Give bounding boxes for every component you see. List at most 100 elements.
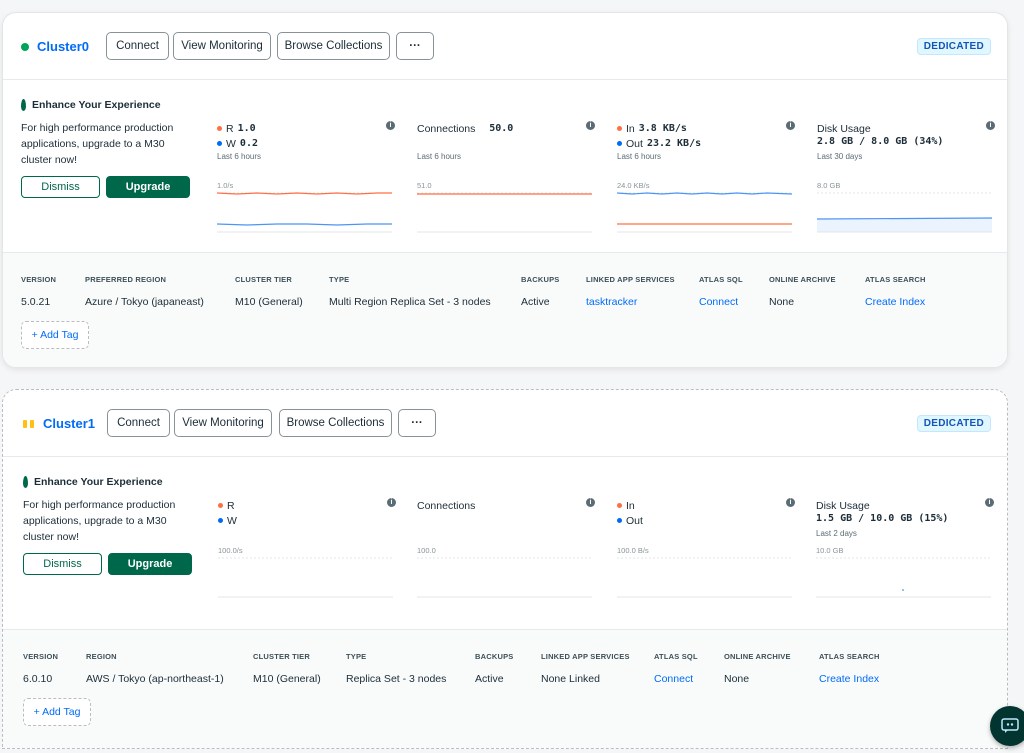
backups-value: Active [521,296,550,308]
online-archive-value: None [769,296,795,308]
metric-period: Last 2 days [816,529,857,538]
disk-usage-value: 2.8 GB / 8.0 GB (34%) [817,136,944,147]
browse-collections-button[interactable]: Browse Collections [277,32,390,60]
more-options-button[interactable]: ··· [398,409,436,437]
read-write-sparkline [217,192,392,233]
cluster-header: Cluster1 Connect View Monitoring Browse … [3,390,1007,457]
write-legend-icon [217,141,222,146]
metric-read-write[interactable]: i R 1.0 W 0.2 Last 6 hours 1.0/s [217,121,395,233]
promo-text: For high performance production applicat… [23,499,176,543]
connections-sparkline [417,192,592,233]
cluster-name[interactable]: Cluster1 [43,416,95,431]
metric-connections[interactable]: i Connections 50.0 Last 6 hours 51.0 [417,121,595,233]
dismiss-button[interactable]: Dismiss [21,176,100,198]
info-icon[interactable]: i [786,121,795,130]
version-value: 6.0.10 [23,673,53,685]
disk-sparkline [817,192,992,233]
create-index-link[interactable]: Create Index [819,673,880,685]
metric-read-write[interactable]: i R W 100.0/s [218,498,396,598]
chat-icon [1001,718,1019,733]
connect-button[interactable]: Connect [107,409,170,437]
type-value: Replica Set - 3 nodes [346,673,447,685]
add-tag-button[interactable]: + Add Tag [21,321,89,349]
region-value: AWS / Tokyo (ap-northeast-1) [86,673,224,685]
backups-value: Active [475,673,504,685]
connections-value: 50.0 [489,123,514,134]
info-icon[interactable]: i [386,121,395,130]
info-icon[interactable]: i [786,498,795,507]
network-sparkline [617,192,792,233]
metric-network[interactable]: i In Out 100.0 B/s [617,498,795,598]
more-options-button[interactable]: ··· [396,32,434,60]
cluster-header: Cluster0 Connect View Monitoring Browse … [3,13,1007,80]
running-status-icon [21,42,29,51]
cluster-tier-value: M10 (General) [253,673,321,685]
metric-connections[interactable]: i Connections 100.0 [417,498,595,598]
promo-text: For high performance production applicat… [21,122,174,166]
browse-collections-button[interactable]: Browse Collections [279,409,392,437]
metric-period: Last 6 hours [617,152,662,161]
upgrade-button[interactable]: Upgrade [106,176,190,198]
metric-period: Last 30 days [817,152,863,161]
out-value: 23.2 KB/s [646,138,702,149]
metric-disk-usage[interactable]: i Disk Usage 2.8 GB / 8.0 GB (34%) Last … [817,121,995,233]
metric-period: Last 6 hours [417,152,462,161]
region-value: Azure / Tokyo (japaneast) [85,296,204,308]
view-monitoring-button[interactable]: View Monitoring [174,409,272,437]
metric-network[interactable]: i In 3.8 KB/s Out 23.2 KB/s Last 6 hours 2… [617,121,795,233]
cluster-details: VERSION 5.0.21 PREFERRED REGION Azure / To… [3,252,1007,367]
info-icon[interactable]: i [586,121,595,130]
disk-usage-value: 1.5 GB / 10.0 GB (15%) [816,513,949,524]
info-icon[interactable]: i [387,498,396,507]
tier-badge: DEDICATED [916,38,991,55]
version-value: 5.0.21 [21,296,51,308]
cluster-card-cluster0: Cluster0 Connect View Monitoring Browse … [2,12,1008,368]
cluster-card-cluster1: Cluster1 Connect View Monitoring Browse … [2,389,1008,749]
out-legend-icon [617,141,622,146]
upgrade-button[interactable]: Upgrade [108,553,192,575]
network-sparkline [617,557,792,598]
write-value: 0.2 [239,138,258,149]
chat-support-button[interactable] [990,706,1024,746]
dismiss-button[interactable]: Dismiss [23,553,102,575]
write-legend-icon [218,518,223,523]
atlas-sql-connect-link[interactable]: Connect [699,296,743,308]
cluster-name-link[interactable]: Cluster1 [23,416,95,431]
type-value: Multi Region Replica Set - 3 nodes [329,296,491,308]
cluster-details: VERSION 6.0.10 REGION AWS / Tokyo (ap-nort… [3,629,1007,748]
upgrade-promo: Enhance Your Experience For high perform… [21,99,201,198]
view-monitoring-button[interactable]: View Monitoring [173,32,271,60]
in-legend-icon [617,503,622,508]
leaf-icon [21,99,26,111]
tier-badge: DEDICATED [916,415,991,432]
metric-disk-usage[interactable]: i Disk Usage 1.5 GB / 10.0 GB (15%) Last… [816,498,994,598]
read-value: 1.0 [237,123,256,134]
cluster-name[interactable]: Cluster0 [37,39,89,54]
create-index-link[interactable]: Create Index [865,296,926,308]
disk-sparkline [816,557,991,598]
metric-period: Last 6 hours [217,152,262,161]
read-write-sparkline [218,557,393,598]
pause-icon [23,419,35,428]
info-icon[interactable]: i [986,121,995,130]
leaf-icon [23,476,28,488]
atlas-sql-connect-link[interactable]: Connect [654,673,698,685]
in-legend-icon [617,126,622,131]
read-legend-icon [217,126,222,131]
cluster-name-link[interactable]: Cluster0 [21,39,89,54]
promo-title: Enhance Your Experience [21,99,201,111]
cluster-tier-value: M10 (General) [235,296,303,308]
online-archive-value: None [724,673,750,685]
promo-title: Enhance Your Experience [23,476,203,488]
info-icon[interactable]: i [985,498,994,507]
out-legend-icon [617,518,622,523]
connect-button[interactable]: Connect [106,32,169,60]
connections-sparkline [417,557,592,598]
info-icon[interactable]: i [586,498,595,507]
linked-app-link[interactable]: tasktracker [586,296,675,308]
linked-app-value: None Linked [541,673,600,685]
in-value: 3.8 KB/s [638,123,687,134]
add-tag-button[interactable]: + Add Tag [23,698,91,726]
upgrade-promo: Enhance Your Experience For high perform… [23,476,203,575]
read-legend-icon [218,503,223,508]
